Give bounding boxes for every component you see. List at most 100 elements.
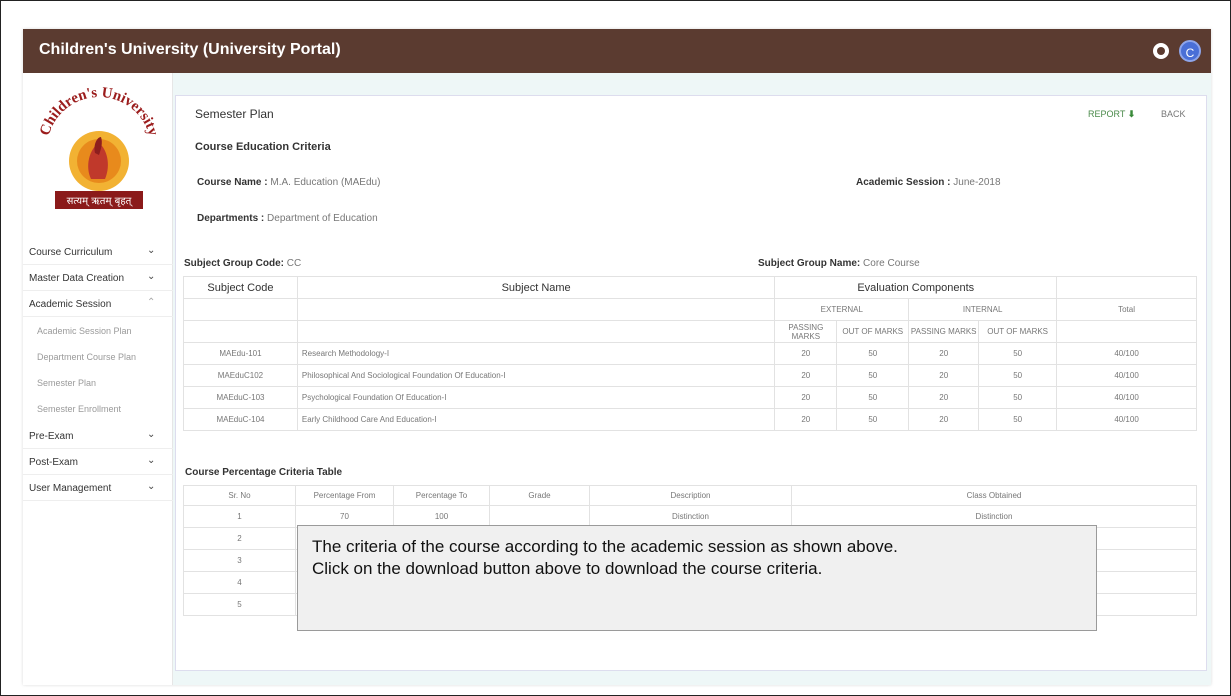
empty-cell <box>296 320 776 343</box>
user-avatar[interactable]: C <box>1179 40 1201 62</box>
table-row: MAEduC-104 Early Childhood Care And Educ… <box>183 408 1197 431</box>
subject-group-name: Subject Group Name: Core Course <box>758 258 920 269</box>
table-row: MAEduC102 Philosophical And Sociological… <box>183 364 1197 387</box>
page-title: Semester Plan <box>195 107 274 121</box>
chevron-up-icon: ⌃ <box>147 297 156 308</box>
cell-subject-code: MAEdu-101 <box>183 342 298 365</box>
cell-ext-out: 50 <box>836 364 910 387</box>
academic-session: Academic Session : June-2018 <box>856 177 1001 188</box>
chevron-down-icon: ⌄ <box>147 271 156 282</box>
chevron-down-icon: ⌄ <box>147 429 156 440</box>
col-header-percentage-from: Percentage From <box>295 485 394 506</box>
departments-value: Department of Education <box>267 213 378 224</box>
academic-session-value: June-2018 <box>953 177 1001 188</box>
app-title: Children's University (University Portal… <box>39 41 341 58</box>
empty-cell <box>296 298 776 321</box>
cell-ext-pass: 20 <box>774 342 838 365</box>
chevron-down-icon: ⌄ <box>147 455 156 466</box>
sidebar-subitem-semester-enrollment[interactable]: Semester Enrollment <box>23 395 173 421</box>
sidebar-item-label: Course Curriculum <box>29 247 113 258</box>
course-name-label: Course Name : <box>197 177 268 188</box>
departments-label: Departments : <box>197 213 265 224</box>
sidebar-item-user-management[interactable]: User Management ⌄ <box>23 475 173 501</box>
sidebar-subitem-academic-session-plan[interactable]: Academic Session Plan <box>23 317 173 343</box>
col-header-percentage-to: Percentage To <box>393 485 490 506</box>
empty-cell <box>183 298 298 321</box>
cell-subject-name: Research Methodology-I <box>296 342 776 365</box>
help-icon[interactable] <box>1153 43 1169 59</box>
col-header-ext-out: OUT OF MARKS <box>836 320 910 343</box>
cell-ext-out: 50 <box>836 342 910 365</box>
tooltip-line-1: The criteria of the course according to … <box>312 537 898 556</box>
subject-group-code-label: Subject Group Code: <box>184 258 284 269</box>
back-button[interactable]: BACK <box>1161 109 1186 119</box>
sidebar-item-course-curriculum[interactable]: Course Curriculum ⌄ <box>23 239 173 265</box>
sidebar-item-pre-exam[interactable]: Pre-Exam ⌄ <box>23 423 173 449</box>
col-header-sr-no: Sr. No <box>183 485 296 506</box>
logo-motto: सत्यम् ऋतम् बृहत् <box>67 196 134 207</box>
sidebar-subitem-label: Department Course Plan <box>37 352 137 362</box>
sidebar-item-label: Pre-Exam <box>29 431 74 442</box>
col-header-ext-pass: PASSING MARKS <box>774 320 838 343</box>
screenshot-frame: Children's University (University Portal… <box>0 0 1231 696</box>
subject-group-code-value: CC <box>286 258 302 269</box>
table-row: MAEdu-101 Research Methodology-I 20 50 2… <box>183 342 1197 365</box>
cell-subject-code: MAEduC-104 <box>183 408 298 431</box>
col-header-subject-code: Subject Code <box>183 276 298 299</box>
cell-int-pass: 20 <box>908 364 980 387</box>
subject-group-code: Subject Group Code: CC <box>184 258 301 269</box>
cell-sr-no: 4 <box>183 571 296 594</box>
sidebar-item-master-data-creation[interactable]: Master Data Creation ⌄ <box>23 265 173 291</box>
sidebar-item-label: User Management <box>29 483 112 494</box>
col-header-grade: Grade <box>489 485 590 506</box>
instruction-tooltip: The criteria of the course according to … <box>297 525 1097 631</box>
report-button-label: REPORT <box>1088 109 1126 119</box>
cell-int-pass: 20 <box>908 342 980 365</box>
sidebar-subitem-label: Academic Session Plan <box>37 326 132 336</box>
col-header-subject-name: Subject Name <box>296 276 776 299</box>
subject-group-name-label: Subject Group Name: <box>758 258 861 269</box>
cell-subject-code: MAEduC-103 <box>183 386 298 409</box>
col-header-int-out: OUT OF MARKS <box>978 320 1058 343</box>
sidebar-item-post-exam[interactable]: Post-Exam ⌄ <box>23 449 173 475</box>
sidebar-item-label: Post-Exam <box>29 457 78 468</box>
cell-ext-out: 50 <box>836 386 910 409</box>
top-bar: Children's University (University Portal… <box>23 29 1211 73</box>
subject-table: Subject Code Subject Name Evaluation Com… <box>183 276 1197 431</box>
sidebar-subitem-label: Semester Enrollment <box>37 404 122 414</box>
course-name-value: M.A. Education (MAEdu) <box>270 177 381 188</box>
logo-arc-text: Children's University <box>37 87 161 138</box>
subject-group-name-value: Core Course <box>863 258 920 269</box>
sidebar-subitem-department-course-plan[interactable]: Department Course Plan <box>23 343 173 369</box>
cell-ext-pass: 20 <box>774 364 838 387</box>
sidebar-subitem-label: Semester Plan <box>37 378 97 388</box>
col-header-class-obtained: Class Obtained <box>791 485 1197 506</box>
departments: Departments : Department of Education <box>197 213 378 224</box>
cell-sr-no: 3 <box>183 549 296 572</box>
cell-total: 40/100 <box>1056 386 1197 409</box>
sidebar-item-label: Academic Session <box>29 299 112 310</box>
cell-sr-no: 1 <box>183 505 296 528</box>
section-title: Course Education Criteria <box>195 141 331 153</box>
chevron-down-icon: ⌄ <box>147 245 156 256</box>
cell-total: 40/100 <box>1056 342 1197 365</box>
col-header-evaluation: Evaluation Components <box>774 276 1058 299</box>
sidebar-item-academic-session[interactable]: Academic Session ⌃ <box>23 291 173 317</box>
cell-subject-name: Early Childhood Care And Education-I <box>296 408 776 431</box>
sidebar-subitem-semester-plan[interactable]: Semester Plan <box>23 369 173 395</box>
empty-cell <box>183 320 298 343</box>
cell-int-out: 50 <box>978 342 1058 365</box>
report-button[interactable]: REPORT ⬇ <box>1088 109 1135 120</box>
tooltip-line-2: Click on the download button above to do… <box>312 559 823 578</box>
col-header-blank <box>1056 276 1197 299</box>
cell-subject-name: Psychological Foundation Of Education-I <box>296 386 776 409</box>
university-logo: Children's University सत्यम् ऋतम् बृहत् <box>37 87 161 209</box>
cell-ext-pass: 20 <box>774 408 838 431</box>
cell-total: 40/100 <box>1056 364 1197 387</box>
col-header-external: EXTERNAL <box>774 298 910 321</box>
table-row: MAEduC-103 Psychological Foundation Of E… <box>183 386 1197 409</box>
cell-ext-pass: 20 <box>774 386 838 409</box>
course-name: Course Name : M.A. Education (MAEdu) <box>197 177 380 188</box>
empty-cell <box>1056 320 1197 343</box>
cell-int-out: 50 <box>978 408 1058 431</box>
